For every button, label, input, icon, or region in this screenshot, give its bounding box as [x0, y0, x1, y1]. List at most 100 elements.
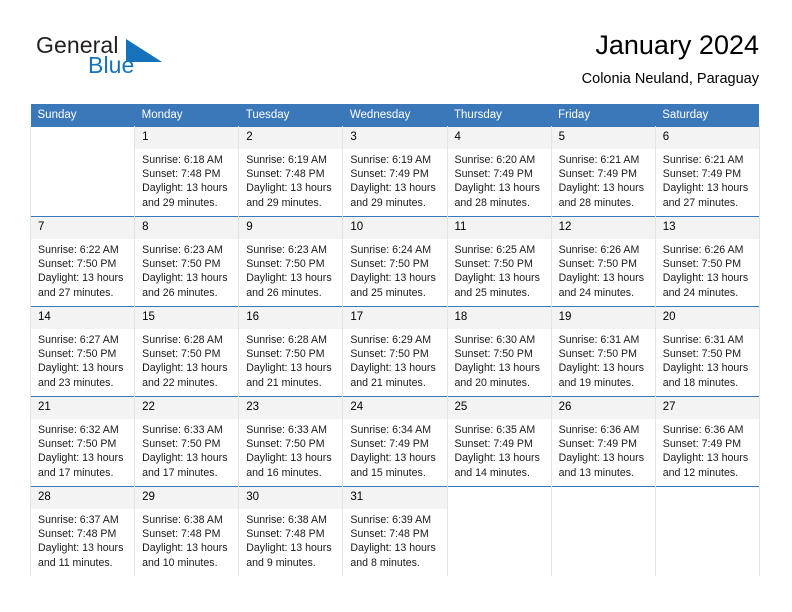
calendar-day-cell[interactable]: 25 Sunrise: 6:35 AM Sunset: 7:49 PM Dayligh… — [446, 396, 552, 487]
sunrise-text: Sunrise: 6:36 AM — [662, 424, 744, 436]
calendar-day-cell[interactable]: 2 Sunrise: 6:19 AM Sunset: 7:48 PM Daylight… — [238, 126, 344, 217]
sunrise-text: Sunrise: 6:27 AM — [38, 334, 119, 346]
calendar-day-cell[interactable]: 31 Sunrise: 6:39 AM Sunset: 7:48 PM Dayligh… — [342, 486, 448, 576]
daylight-text-line2: and 17 minutes. — [38, 466, 114, 479]
day-sun-info: Sunrise: 6:25 AM Sunset: 7:50 PM Daylight:… — [448, 239, 551, 300]
calendar-day-cell[interactable]: 6 Sunrise: 6:21 AM Sunset: 7:49 PM Daylight… — [654, 126, 760, 217]
calendar-day-cell[interactable]: 12 Sunrise: 6:26 AM Sunset: 7:50 PM Dayligh… — [550, 216, 656, 307]
daylight-text-line2: and 17 minutes. — [142, 466, 218, 479]
calendar-day-cell[interactable]: 5 Sunrise: 6:21 AM Sunset: 7:49 PM Daylight… — [550, 126, 656, 217]
sunset-text: Sunset: 7:50 PM — [142, 258, 221, 271]
calendar-empty-cell — [654, 486, 760, 576]
sunrise-text: Sunrise: 6:19 AM — [246, 154, 327, 166]
calendar-day-cell[interactable]: 7 Sunrise: 6:22 AM Sunset: 7:50 PM Daylight… — [29, 216, 136, 307]
day-number: 9 — [239, 217, 343, 239]
day-number: 31 — [343, 487, 447, 509]
general-blue-logo[interactable]: General Blue — [30, 32, 260, 90]
page-header: General Blue January 2024 Colonia Neulan… — [30, 28, 759, 98]
calendar-day-cell[interactable]: 24 Sunrise: 6:34 AM Sunset: 7:49 PM Dayligh… — [342, 396, 448, 487]
calendar-day-cell[interactable]: 19 Sunrise: 6:31 AM Sunset: 7:50 PM Dayligh… — [550, 306, 656, 397]
day-sun-info: Sunrise: 6:39 AM Sunset: 7:48 PM Daylight:… — [343, 509, 446, 570]
calendar-day-cell[interactable]: 18 Sunrise: 6:30 AM Sunset: 7:50 PM Dayligh… — [446, 306, 552, 397]
calendar-day-cell[interactable]: 8 Sunrise: 6:23 AM Sunset: 7:50 PM Daylight… — [134, 216, 240, 307]
calendar-day-cell[interactable]: 10 Sunrise: 6:24 AM Sunset: 7:50 PM Dayligh… — [342, 216, 448, 307]
daylight-text-line2: and 25 minutes. — [454, 286, 530, 299]
day-sun-info: Sunrise: 6:23 AM Sunset: 7:50 PM Daylight:… — [135, 239, 238, 300]
daylight-text-line1: Daylight: 13 hours — [246, 182, 332, 195]
sunset-text: Sunset: 7:49 PM — [662, 438, 742, 451]
day-number: 13 — [655, 217, 759, 239]
daylight-text-line2: and 23 minutes. — [38, 376, 114, 389]
day-number — [447, 487, 551, 509]
day-sun-info: Sunrise: 6:20 AM Sunset: 7:49 PM Daylight:… — [448, 149, 551, 210]
day-sun-info: Sunrise: 6:31 AM Sunset: 7:50 PM Daylight:… — [656, 329, 759, 390]
daylight-text-line1: Daylight: 13 hours — [246, 362, 332, 375]
daylight-text-line2: and 14 minutes. — [454, 466, 530, 479]
calendar-day-cell[interactable]: 13 Sunrise: 6:26 AM Sunset: 7:50 PM Dayligh… — [654, 216, 760, 307]
calendar-week-row: 7 Sunrise: 6:22 AM Sunset: 7:50 PM Daylight… — [29, 216, 760, 307]
calendar-day-cell[interactable]: 20 Sunrise: 6:31 AM Sunset: 7:50 PM Dayligh… — [654, 306, 760, 397]
day-number: 30 — [239, 487, 343, 509]
sunset-text: Sunset: 7:50 PM — [246, 438, 325, 451]
calendar-day-cell[interactable]: 1 Sunrise: 6:18 AM Sunset: 7:48 PM Daylight… — [134, 126, 240, 217]
sunrise-text: Sunrise: 6:18 AM — [142, 154, 223, 166]
day-sun-info: Sunrise: 6:33 AM Sunset: 7:50 PM Daylight:… — [239, 419, 342, 480]
sunset-text: Sunset: 7:49 PM — [454, 438, 533, 451]
daylight-text-line1: Daylight: 13 hours — [38, 452, 124, 465]
calendar-empty-cell — [550, 486, 656, 576]
calendar-grid: Sunday Monday Tuesday Wednesday Thursday… — [29, 104, 760, 576]
daylight-text-line2: and 15 minutes. — [350, 466, 426, 479]
day-number: 12 — [551, 217, 655, 239]
day-number: 5 — [551, 127, 655, 149]
calendar-week-row: 14 Sunrise: 6:27 AM Sunset: 7:50 PM Dayligh… — [29, 306, 760, 397]
calendar-day-cell[interactable]: 23 Sunrise: 6:33 AM Sunset: 7:50 PM Dayligh… — [238, 396, 344, 487]
calendar-day-cell[interactable]: 29 Sunrise: 6:38 AM Sunset: 7:48 PM Dayligh… — [134, 486, 240, 576]
weekday-header-friday: Friday — [551, 104, 656, 127]
daylight-text-line1: Daylight: 13 hours — [662, 362, 749, 375]
calendar-day-cell[interactable]: 11 Sunrise: 6:25 AM Sunset: 7:50 PM Dayligh… — [446, 216, 552, 307]
day-number: 6 — [655, 127, 759, 149]
daylight-text-line1: Daylight: 13 hours — [454, 452, 540, 465]
logo-text-blue: Blue — [88, 52, 135, 78]
day-sun-info: Sunrise: 6:36 AM Sunset: 7:49 PM Daylight:… — [552, 419, 655, 480]
weekday-header-wednesday: Wednesday — [342, 104, 447, 127]
day-sun-info: Sunrise: 6:19 AM Sunset: 7:49 PM Daylight:… — [343, 149, 446, 210]
sunset-text: Sunset: 7:50 PM — [246, 258, 325, 271]
calendar-day-cell[interactable]: 26 Sunrise: 6:36 AM Sunset: 7:49 PM Dayligh… — [550, 396, 656, 487]
sunset-text: Sunset: 7:50 PM — [350, 258, 429, 271]
day-number: 25 — [447, 397, 551, 419]
day-number — [31, 127, 135, 149]
calendar-day-cell[interactable]: 21 Sunrise: 6:32 AM Sunset: 7:50 PM Dayligh… — [29, 396, 136, 487]
calendar-day-cell[interactable]: 22 Sunrise: 6:33 AM Sunset: 7:50 PM Dayligh… — [134, 396, 240, 487]
sunrise-text: Sunrise: 6:23 AM — [142, 244, 223, 256]
day-sun-info: Sunrise: 6:24 AM Sunset: 7:50 PM Daylight:… — [343, 239, 446, 300]
calendar-day-cell[interactable]: 3 Sunrise: 6:19 AM Sunset: 7:49 PM Daylight… — [342, 126, 448, 217]
sunset-text: Sunset: 7:50 PM — [662, 348, 742, 361]
daylight-text-line1: Daylight: 13 hours — [142, 452, 228, 465]
calendar-day-cell[interactable]: 17 Sunrise: 6:29 AM Sunset: 7:50 PM Dayligh… — [342, 306, 448, 397]
sunset-text: Sunset: 7:50 PM — [246, 348, 325, 361]
day-number: 8 — [135, 217, 239, 239]
calendar-day-cell[interactable]: 4 Sunrise: 6:20 AM Sunset: 7:49 PM Daylight… — [446, 126, 552, 217]
calendar-day-cell[interactable]: 28 Sunrise: 6:37 AM Sunset: 7:48 PM Dayligh… — [29, 486, 136, 576]
calendar-day-cell[interactable]: 16 Sunrise: 6:28 AM Sunset: 7:50 PM Dayligh… — [238, 306, 344, 397]
calendar-day-cell[interactable]: 30 Sunrise: 6:38 AM Sunset: 7:48 PM Dayligh… — [238, 486, 344, 576]
daylight-text-line1: Daylight: 13 hours — [454, 272, 540, 285]
daylight-text-line2: and 29 minutes. — [246, 196, 322, 209]
daylight-text-line2: and 27 minutes. — [662, 196, 739, 209]
calendar-day-cell[interactable]: 14 Sunrise: 6:27 AM Sunset: 7:50 PM Dayligh… — [29, 306, 136, 397]
calendar-week-row: 21 Sunrise: 6:32 AM Sunset: 7:50 PM Dayligh… — [29, 396, 760, 487]
calendar-day-cell[interactable]: 15 Sunrise: 6:28 AM Sunset: 7:50 PM Dayligh… — [134, 306, 240, 397]
sunset-text: Sunset: 7:50 PM — [454, 258, 533, 271]
day-sun-info: Sunrise: 6:28 AM Sunset: 7:50 PM Daylight:… — [239, 329, 342, 390]
calendar-day-cell[interactable]: 9 Sunrise: 6:23 AM Sunset: 7:50 PM Daylight… — [238, 216, 344, 307]
sunset-text: Sunset: 7:48 PM — [142, 168, 221, 181]
sunset-text: Sunset: 7:49 PM — [558, 168, 637, 181]
calendar-day-cell[interactable]: 27 Sunrise: 6:36 AM Sunset: 7:49 PM Dayligh… — [654, 396, 760, 487]
day-number: 27 — [655, 397, 759, 419]
sunrise-text: Sunrise: 6:20 AM — [454, 154, 536, 166]
day-number: 10 — [343, 217, 447, 239]
daylight-text-line2: and 20 minutes. — [454, 376, 530, 389]
daylight-text-line1: Daylight: 13 hours — [454, 362, 540, 375]
daylight-text-line2: and 8 minutes. — [350, 556, 420, 569]
